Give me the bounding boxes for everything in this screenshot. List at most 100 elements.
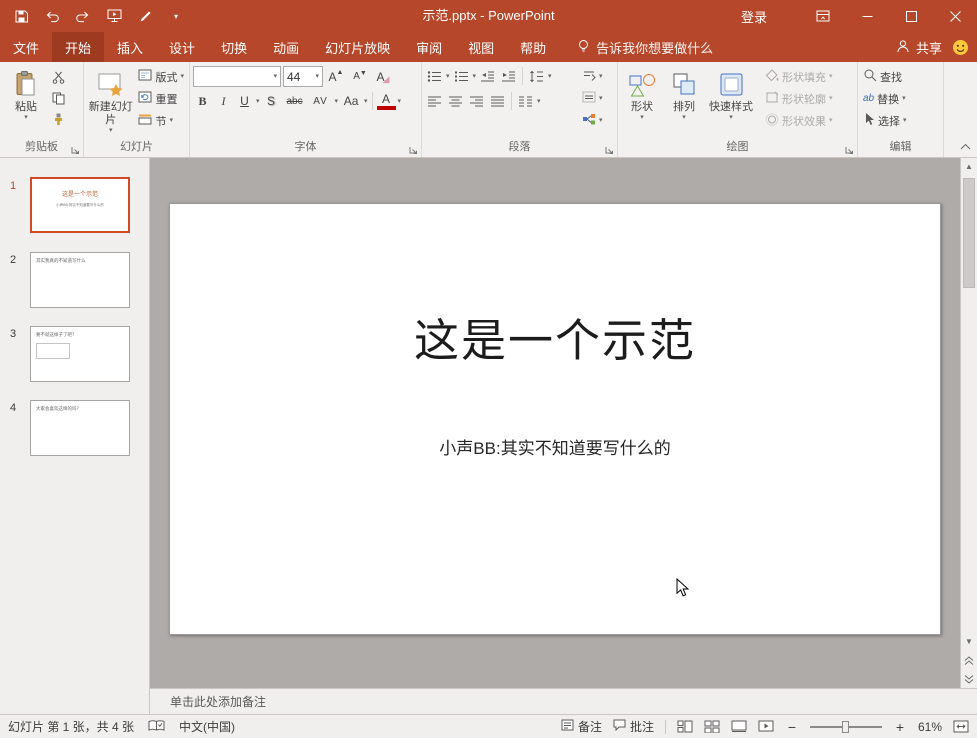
- copy-icon[interactable]: [49, 88, 68, 108]
- strikethrough-button[interactable]: abc: [283, 91, 307, 111]
- italic-button[interactable]: I: [214, 91, 233, 111]
- slide-subtitle-text[interactable]: 小声BB:其实不知道要写什么的: [170, 434, 940, 459]
- slideshow-view-icon[interactable]: [758, 720, 774, 733]
- font-dialog-launcher-icon[interactable]: [409, 144, 419, 154]
- justify-icon[interactable]: [488, 91, 507, 111]
- slide-editing-surface[interactable]: 这是一个示范 小声BB:其实不知道要写什么的: [169, 203, 941, 635]
- character-spacing-button[interactable]: AV: [309, 91, 333, 111]
- text-direction-button[interactable]: ▾: [580, 66, 614, 87]
- underline-button[interactable]: U: [235, 91, 254, 111]
- spellcheck-book-icon[interactable]: [148, 719, 165, 735]
- normal-view-icon[interactable]: [677, 720, 693, 733]
- text-shadow-button[interactable]: S: [262, 91, 281, 111]
- tab-animations[interactable]: 动画: [260, 32, 312, 62]
- scroll-down-icon[interactable]: ▼: [961, 633, 977, 650]
- ink-pen-icon[interactable]: [136, 7, 154, 25]
- start-slideshow-icon[interactable]: [105, 7, 123, 25]
- scrollbar-thumb[interactable]: [963, 178, 975, 288]
- customize-qat-caret-icon[interactable]: ▾: [167, 7, 185, 25]
- tab-view[interactable]: 视图: [455, 32, 507, 62]
- shrink-font-icon[interactable]: A▼: [349, 67, 371, 87]
- reset-button[interactable]: 重置: [136, 88, 186, 109]
- grow-font-icon[interactable]: A▲: [325, 67, 347, 87]
- shape-fill-button[interactable]: 形状填充 ▾: [763, 66, 835, 87]
- notes-placeholder[interactable]: 单击此处添加备注: [170, 693, 266, 710]
- tab-transitions[interactable]: 切换: [208, 32, 260, 62]
- section-button[interactable]: 节 ▾: [136, 110, 186, 131]
- columns-icon[interactable]: [516, 91, 535, 111]
- thumbnail-slide-3[interactable]: 要不就这样子了吧？: [30, 326, 130, 382]
- shapes-button[interactable]: 形状 ▾: [621, 65, 663, 121]
- slide-sorter-view-icon[interactable]: [704, 720, 720, 733]
- increase-indent-icon[interactable]: [499, 66, 518, 86]
- decrease-indent-icon[interactable]: [478, 66, 497, 86]
- minimize-button[interactable]: [845, 0, 889, 32]
- tab-slideshow[interactable]: 幻灯片放映: [312, 32, 403, 62]
- clear-formatting-icon[interactable]: A◢: [373, 67, 395, 87]
- numbering-icon[interactable]: [452, 66, 471, 86]
- bold-button[interactable]: B: [193, 91, 212, 111]
- tellme-search[interactable]: 告诉我你想要做什么: [577, 32, 713, 62]
- cut-icon[interactable]: [49, 67, 68, 87]
- font-size-combo[interactable]: 44 ▾: [283, 66, 323, 87]
- thumbnail-slide-2[interactable]: 其实我真的不知道写什么: [30, 252, 130, 308]
- format-painter-icon[interactable]: [49, 109, 68, 129]
- next-slide-icon[interactable]: [961, 671, 977, 688]
- fit-to-window-icon[interactable]: [953, 720, 969, 733]
- close-button[interactable]: [933, 0, 977, 32]
- change-case-button[interactable]: Aa: [340, 91, 362, 111]
- paragraph-dialog-launcher-icon[interactable]: [605, 144, 615, 154]
- convert-to-smartart-button[interactable]: ▾: [580, 110, 614, 131]
- tab-help[interactable]: 帮助: [507, 32, 559, 62]
- new-slide-button[interactable]: 新建幻灯片 ▾: [87, 65, 134, 134]
- zoom-out-icon[interactable]: −: [785, 719, 799, 735]
- vertical-scrollbar[interactable]: ▲ ▼: [960, 158, 977, 688]
- comments-toggle[interactable]: 批注: [613, 718, 654, 735]
- sign-in-link[interactable]: 登录: [741, 7, 767, 26]
- tab-file[interactable]: 文件: [0, 32, 52, 62]
- clipboard-dialog-launcher-icon[interactable]: [71, 144, 81, 154]
- font-color-button[interactable]: A: [377, 93, 396, 110]
- zoom-in-icon[interactable]: +: [893, 719, 907, 735]
- thumbnail-slide-1[interactable]: 这是一个示范 小声BB:其实不知道要写什么的: [30, 177, 130, 233]
- layout-button[interactable]: 版式 ▾: [136, 66, 186, 87]
- tab-design[interactable]: 设计: [156, 32, 208, 62]
- scroll-up-icon[interactable]: ▲: [961, 158, 977, 175]
- save-icon[interactable]: [12, 7, 30, 25]
- line-spacing-icon[interactable]: [527, 66, 546, 86]
- maximize-button[interactable]: [889, 0, 933, 32]
- align-left-icon[interactable]: [425, 91, 444, 111]
- zoom-percent[interactable]: 61%: [918, 720, 942, 734]
- undo-icon[interactable]: [43, 7, 61, 25]
- zoom-slider[interactable]: [810, 720, 882, 734]
- select-button[interactable]: 选择 ▾: [861, 110, 909, 131]
- slide-number-indicator[interactable]: 幻灯片 第 1 张，共 4 张: [8, 718, 134, 735]
- share-button[interactable]: 共享: [886, 32, 952, 62]
- tab-review[interactable]: 审阅: [403, 32, 455, 62]
- ribbon-display-options-icon[interactable]: [801, 0, 845, 32]
- font-name-combo[interactable]: ▾: [193, 66, 281, 87]
- shape-effects-button[interactable]: 形状效果 ▾: [763, 110, 835, 131]
- reading-view-icon[interactable]: [731, 720, 747, 733]
- align-right-icon[interactable]: [467, 91, 486, 111]
- drawing-dialog-launcher-icon[interactable]: [845, 144, 855, 154]
- tab-home[interactable]: 开始: [52, 32, 104, 62]
- zoom-slider-thumb[interactable]: [842, 721, 849, 733]
- notes-toggle[interactable]: 备注: [561, 718, 602, 735]
- shape-outline-button[interactable]: 形状轮廓 ▾: [763, 88, 835, 109]
- tab-insert[interactable]: 插入: [104, 32, 156, 62]
- quick-styles-button[interactable]: 快速样式 ▾: [705, 65, 757, 121]
- paste-button[interactable]: 粘贴 ▾: [3, 65, 49, 121]
- align-center-icon[interactable]: [446, 91, 465, 111]
- feedback-smiley-icon[interactable]: [952, 32, 969, 62]
- arrange-button[interactable]: 排列 ▾: [663, 65, 705, 121]
- slide-title-text[interactable]: 这是一个示范: [170, 304, 940, 369]
- notes-pane[interactable]: 单击此处添加备注: [150, 688, 977, 714]
- redo-icon[interactable]: [74, 7, 92, 25]
- thumbnail-slide-4[interactable]: 大家会喜欢这样的吗？: [30, 400, 130, 456]
- previous-slide-icon[interactable]: [961, 652, 977, 669]
- language-indicator[interactable]: 中文(中国): [179, 718, 235, 735]
- bullets-icon[interactable]: [425, 66, 444, 86]
- collapse-ribbon-icon[interactable]: [960, 139, 971, 153]
- align-text-button[interactable]: ▾: [580, 88, 614, 109]
